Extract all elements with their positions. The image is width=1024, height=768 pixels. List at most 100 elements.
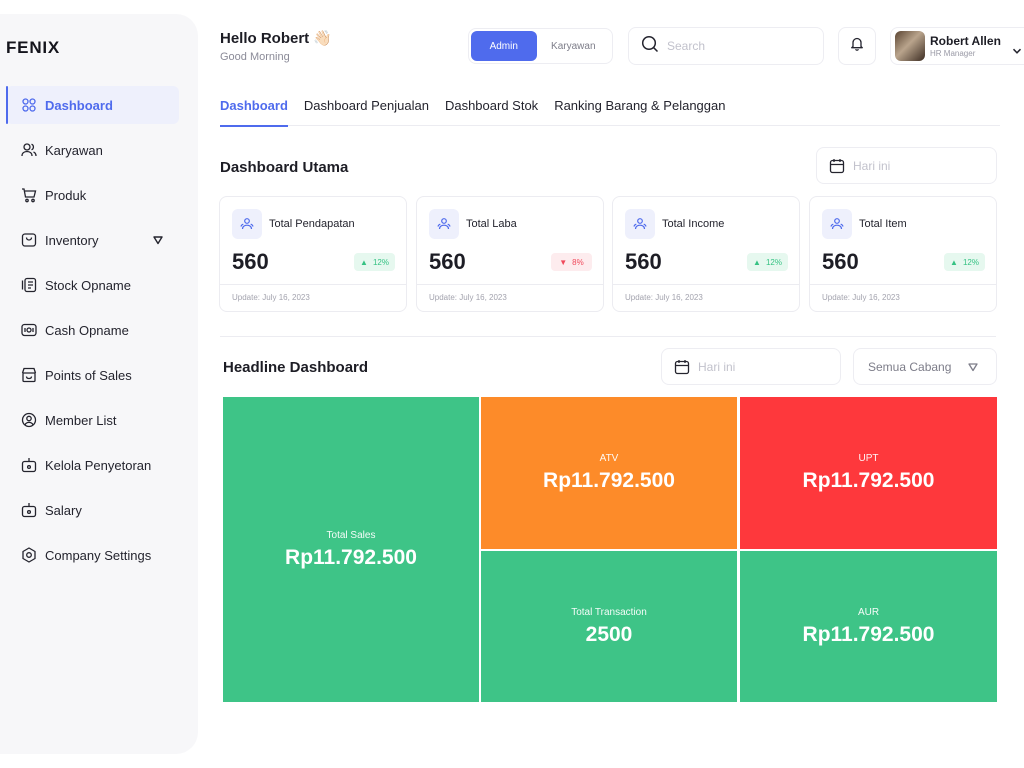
- tab-dashboard-stok[interactable]: Dashboard Stok: [445, 98, 538, 126]
- tile-atv: ATV Rp11.792.500: [481, 397, 737, 549]
- stat-card-updated: Update: July 16, 2023: [429, 293, 507, 302]
- sidebar-item-label: Kelola Penyetoran: [45, 457, 152, 473]
- sidebar-item-label: Salary: [45, 502, 82, 518]
- trend-badge-value: 12%: [372, 257, 389, 267]
- triangle-down-icon: ▼: [559, 257, 568, 267]
- tab-dashboard[interactable]: Dashboard: [220, 98, 288, 127]
- triangle-up-icon: ▲: [360, 257, 368, 267]
- wallet-icon: [21, 457, 37, 473]
- sidebar-item-cash-opname[interactable]: Cash Opname: [6, 311, 179, 349]
- sidebar-item-produk[interactable]: Produk: [6, 176, 179, 214]
- chevron-down-icon[interactable]: [153, 233, 163, 248]
- profile-menu[interactable]: Robert Allen HR Manager: [890, 27, 1024, 65]
- tile-value: Rp11.792.500: [285, 545, 417, 569]
- stat-card-value: 560: [822, 249, 859, 274]
- profile-name: Robert Allen: [930, 34, 1001, 48]
- sidebar-item-label: Produk: [45, 187, 87, 203]
- avatar: [895, 31, 925, 61]
- chevron-down-icon: [1012, 42, 1022, 60]
- users-icon: [232, 209, 262, 239]
- search-input[interactable]: [667, 39, 807, 53]
- calendar-icon: [829, 158, 845, 174]
- chevron-down-icon: [968, 361, 978, 375]
- branch-select-value: Semua Cabang: [868, 359, 952, 374]
- greeting-subtitle: Good Morning: [220, 51, 290, 63]
- branch-select[interactable]: Semua Cabang: [853, 348, 997, 385]
- sidebar-item-label: Dashboard: [45, 97, 113, 113]
- profile-role: HR Manager: [930, 49, 976, 58]
- greeting-text: Hello Robert: [220, 30, 310, 47]
- tile-total-transaction: Total Transaction 2500: [481, 551, 737, 702]
- date-filter-main[interactable]: Hari ini: [816, 147, 997, 184]
- tile-aur: AUR Rp11.792.500: [740, 551, 997, 702]
- trend-badge: ▲ 12%: [944, 253, 985, 271]
- sidebar-item-label: Member List: [45, 412, 117, 428]
- tile-total-sales: Total Sales Rp11.792.500: [223, 397, 479, 702]
- cash-icon: [21, 322, 37, 338]
- sidebar-item-salary[interactable]: Salary: [6, 491, 179, 529]
- sidebar-item-points-of-sales[interactable]: Points of Sales: [6, 356, 179, 394]
- stat-card-title: Total Pendapatan: [269, 218, 355, 230]
- trend-badge: ▲ 12%: [354, 253, 395, 271]
- stat-card-title: Total Laba: [466, 218, 517, 230]
- stat-card-title: Total Income: [662, 218, 725, 230]
- grid-icon: [21, 97, 37, 113]
- stat-card: Total Laba 560 ▼ 8% Update: July 16, 202…: [416, 196, 604, 312]
- tab-ranking[interactable]: Ranking Barang & Pelanggan: [554, 98, 725, 126]
- triangle-up-icon: ▲: [950, 257, 958, 267]
- box-icon: [21, 232, 37, 248]
- sidebar-item-label: Inventory: [45, 232, 99, 248]
- sidebar-item-label: Karyawan: [45, 142, 103, 158]
- greeting-title: Hello Robert 👋🏻: [220, 29, 332, 47]
- users-icon: [625, 209, 655, 239]
- sidebar-item-member-list[interactable]: Member List: [6, 401, 179, 439]
- profile-info: Robert Allen HR Manager: [930, 34, 1001, 58]
- stat-card-updated: Update: July 16, 2023: [625, 293, 703, 302]
- tile-upt: UPT Rp11.792.500: [740, 397, 997, 549]
- role-admin-button[interactable]: Admin: [471, 31, 537, 61]
- triangle-up-icon: ▲: [753, 257, 761, 267]
- sidebar-item-inventory[interactable]: Inventory: [6, 221, 179, 259]
- divider: [810, 284, 996, 285]
- stat-card-value: 560: [429, 249, 466, 274]
- sidebar-item-karyawan[interactable]: Karyawan: [6, 131, 179, 169]
- sidebar-item-company-settings[interactable]: Company Settings: [6, 536, 179, 574]
- section-title-main: Dashboard Utama: [220, 159, 349, 176]
- search-bar: [628, 27, 824, 65]
- sidebar-item-dashboard[interactable]: Dashboard: [6, 86, 179, 124]
- stat-card-updated: Update: July 16, 2023: [232, 293, 310, 302]
- tile-label: ATV: [599, 453, 619, 464]
- sidebar-item-kelola-penyetoran[interactable]: Kelola Penyetoran: [6, 446, 179, 484]
- stat-card: Total Item 560 ▲ 12% Update: July 16, 20…: [809, 196, 997, 312]
- divider: [613, 284, 799, 285]
- stat-card-value: 560: [625, 249, 662, 274]
- search-icon: [641, 35, 659, 58]
- role-karyawan-button[interactable]: Karyawan: [537, 31, 610, 61]
- brand-logo: FENIX: [6, 38, 61, 57]
- sidebar-item-stock-opname[interactable]: Stock Opname: [6, 266, 179, 304]
- section-divider: [220, 336, 996, 337]
- greeting: Hello Robert 👋🏻 Good Morning: [220, 29, 332, 63]
- tile-value: Rp11.792.500: [802, 622, 935, 646]
- wallet-icon: [21, 502, 37, 518]
- stat-card: Total Income 560 ▲ 12% Update: July 16, …: [612, 196, 800, 312]
- tile-value: Rp11.792.500: [543, 469, 675, 492]
- sidebar-item-label: Stock Opname: [45, 277, 131, 293]
- calendar-icon: [674, 359, 690, 375]
- notification-button[interactable]: [838, 27, 876, 65]
- date-filter-label: Hari ini: [698, 359, 736, 374]
- tab-dashboard-penjualan[interactable]: Dashboard Penjualan: [304, 98, 429, 126]
- users-icon: [429, 209, 459, 239]
- divider: [417, 284, 603, 285]
- clipboard-icon: [21, 277, 37, 293]
- date-filter-headline[interactable]: Hari ini: [661, 348, 841, 385]
- role-toggle: Admin Karyawan: [468, 28, 613, 64]
- stat-card-updated: Update: July 16, 2023: [822, 293, 900, 302]
- date-filter-label: Hari ini: [853, 158, 891, 173]
- sidebar-item-label: Company Settings: [45, 547, 152, 563]
- cart-icon: [21, 187, 37, 203]
- stat-card-title: Total Item: [859, 218, 907, 230]
- user-circle-icon: [21, 412, 37, 428]
- sidebar-item-label: Points of Sales: [45, 367, 132, 383]
- trend-badge: ▲ 12%: [747, 253, 788, 271]
